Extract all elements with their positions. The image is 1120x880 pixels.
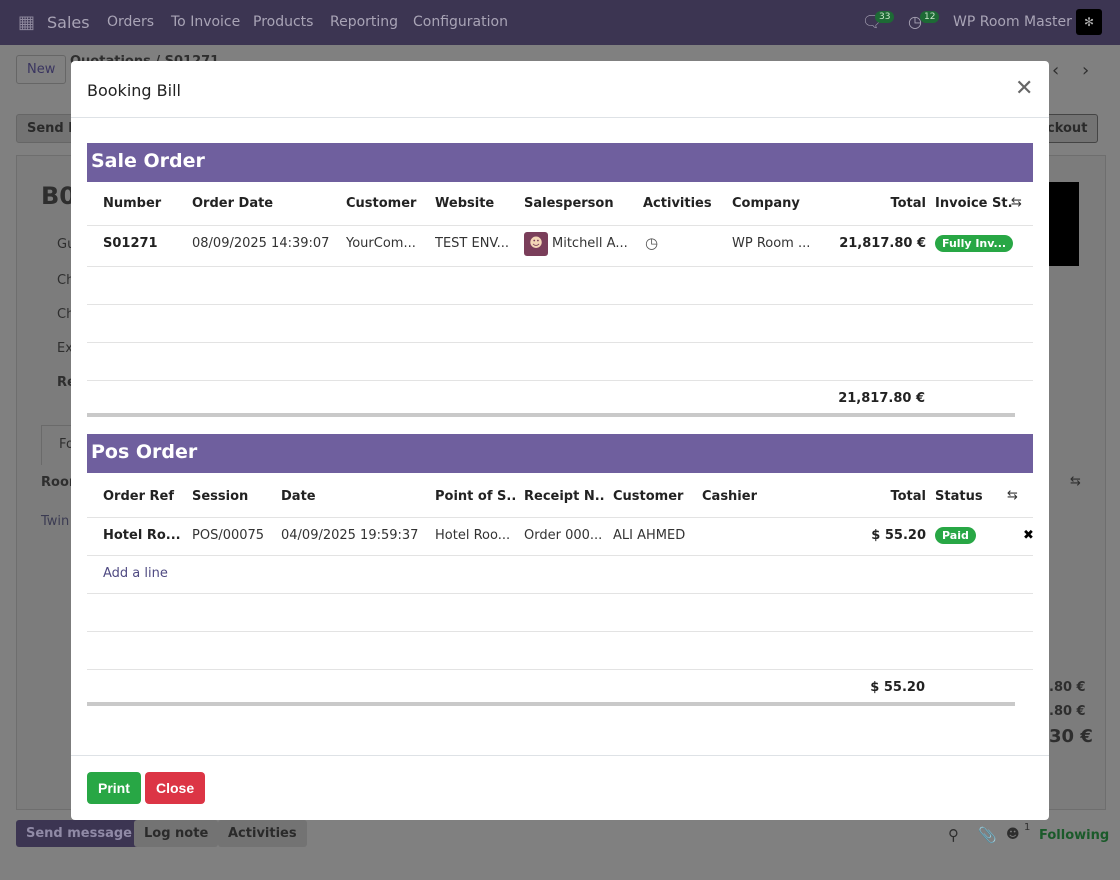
user-avatar[interactable]: ✻ — [1076, 9, 1102, 35]
pos-order-footer-total: $ 55.20 — [870, 680, 925, 695]
cell-customer: YourCom... — [346, 236, 416, 251]
dialog-title: Booking Bill — [87, 81, 181, 100]
tax-total: .80 € — [1049, 704, 1086, 719]
optional-columns-icon[interactable]: ⇆ — [1070, 474, 1081, 489]
dialog-header: Booking Bill ✕ — [71, 61, 1049, 118]
row-divider — [87, 225, 1033, 226]
cell-number: S01271 — [103, 236, 158, 251]
dialog-footer-divider — [71, 755, 1049, 756]
row-divider — [87, 266, 1033, 267]
room-value: Twin — [41, 514, 70, 529]
column-header: Activities — [643, 196, 712, 211]
column-header: Salesperson — [524, 196, 614, 211]
row-divider — [87, 342, 1033, 343]
menu-products[interactable]: Products — [253, 14, 313, 30]
row-divider — [87, 517, 1033, 518]
status-pill: Paid — [935, 527, 976, 544]
column-header: Date — [281, 489, 316, 504]
status-pill: Fully Inv... — [935, 235, 1014, 252]
attachment-icon[interactable]: 📎 — [978, 826, 997, 844]
send-message-button[interactable]: Send message — [16, 820, 142, 847]
optional-columns-icon[interactable]: ⇆ — [1007, 488, 1018, 503]
activities-button[interactable]: Activities — [218, 820, 307, 847]
search-icon[interactable]: ⚲ — [948, 826, 959, 844]
row-divider — [87, 593, 1033, 594]
cell-receipt: Order 000... — [524, 528, 603, 543]
cell-total: 21,817.80 € — [839, 236, 926, 251]
menu-configuration[interactable]: Configuration — [413, 14, 508, 30]
row-divider — [87, 304, 1033, 305]
menu-orders[interactable]: Orders — [107, 14, 154, 30]
record-image — [1049, 182, 1079, 266]
cell-order-ref: Hotel Ro... — [103, 528, 181, 543]
company-switcher[interactable]: WP Room Master — [953, 14, 1072, 30]
table-footer-bar — [87, 413, 1015, 417]
column-header: Website — [435, 196, 495, 211]
column-header: Cashier — [702, 489, 757, 504]
invoice-status-badge: Fully Inv... — [935, 235, 1014, 252]
column-header: Status — [935, 489, 983, 504]
column-header: Total — [890, 196, 926, 211]
row-divider — [87, 555, 1033, 556]
column-header: Total — [890, 489, 926, 504]
grand-total: 30 € — [1049, 726, 1093, 747]
apps-menu-icon[interactable]: ▦ — [18, 12, 35, 33]
column-header: Session — [192, 489, 249, 504]
column-header: Number — [103, 196, 162, 211]
row-divider — [87, 631, 1033, 632]
column-header: Order Date — [192, 196, 274, 211]
following-button[interactable]: Following — [1039, 828, 1109, 843]
cell-website: TEST ENV... — [435, 236, 510, 251]
new-button[interactable]: New — [16, 55, 67, 84]
cell-session: POS/00075 — [192, 528, 265, 543]
booking-bill-dialog: Booking Bill ✕ Sale Order Pos Order Prin… — [71, 61, 1049, 820]
row-divider — [87, 380, 1033, 381]
close-icon[interactable]: ✕ — [1015, 77, 1033, 101]
menu-reporting[interactable]: Reporting — [330, 14, 398, 30]
cell-customer: ALI AHMED — [613, 528, 686, 543]
cell-order-date: 08/09/2025 14:39:07 — [192, 236, 330, 251]
messages-badge: 33 — [875, 11, 895, 23]
top-navbar: ▦ Sales Orders To Invoice Products Repor… — [0, 0, 1120, 45]
row-divider — [87, 669, 1033, 670]
cell-salesperson: Mitchell A... — [552, 236, 628, 251]
print-button[interactable]: Print — [87, 772, 141, 804]
pager-prev[interactable]: ‹ — [1052, 60, 1059, 81]
followers-count: 1 — [1024, 822, 1031, 833]
pager-next[interactable]: › — [1082, 60, 1089, 81]
log-note-button[interactable]: Log note — [134, 820, 219, 847]
column-header: Customer — [346, 196, 417, 211]
pos-order-section-title: Pos Order — [87, 434, 1033, 473]
salesperson-avatar: ☻ — [524, 232, 548, 256]
table-footer-bar — [87, 702, 1015, 706]
cell-date: 04/09/2025 19:59:37 — [281, 528, 419, 543]
app-name[interactable]: Sales — [47, 13, 90, 32]
column-header: Point of S... — [435, 489, 515, 504]
cell-point-of-sale: Hotel Roo... — [435, 528, 511, 543]
column-header: Invoice St. — [935, 196, 1013, 211]
optional-columns-icon[interactable]: ⇆ — [1011, 195, 1022, 210]
add-a-line-link[interactable]: Add a line — [103, 566, 168, 581]
followers-icon[interactable]: ☻ — [1006, 827, 1020, 842]
column-header: Receipt N... — [524, 489, 604, 504]
untaxed-total: .80 € — [1049, 680, 1086, 695]
sale-order-footer-total: 21,817.80 € — [838, 391, 925, 406]
menu-to-invoice[interactable]: To Invoice — [171, 14, 240, 30]
close-button[interactable]: Close — [145, 772, 206, 804]
delete-row-icon[interactable]: ✖ — [1023, 528, 1034, 543]
sale-order-section-title: Sale Order — [87, 143, 1033, 182]
activities-badge: 12 — [920, 11, 940, 23]
column-header: Order Ref — [103, 489, 175, 504]
activity-clock-icon[interactable]: ◷ — [645, 234, 658, 252]
cell-total: $ 55.20 — [871, 528, 926, 543]
column-header: Customer — [613, 489, 684, 504]
status-badge: Paid — [935, 527, 976, 544]
